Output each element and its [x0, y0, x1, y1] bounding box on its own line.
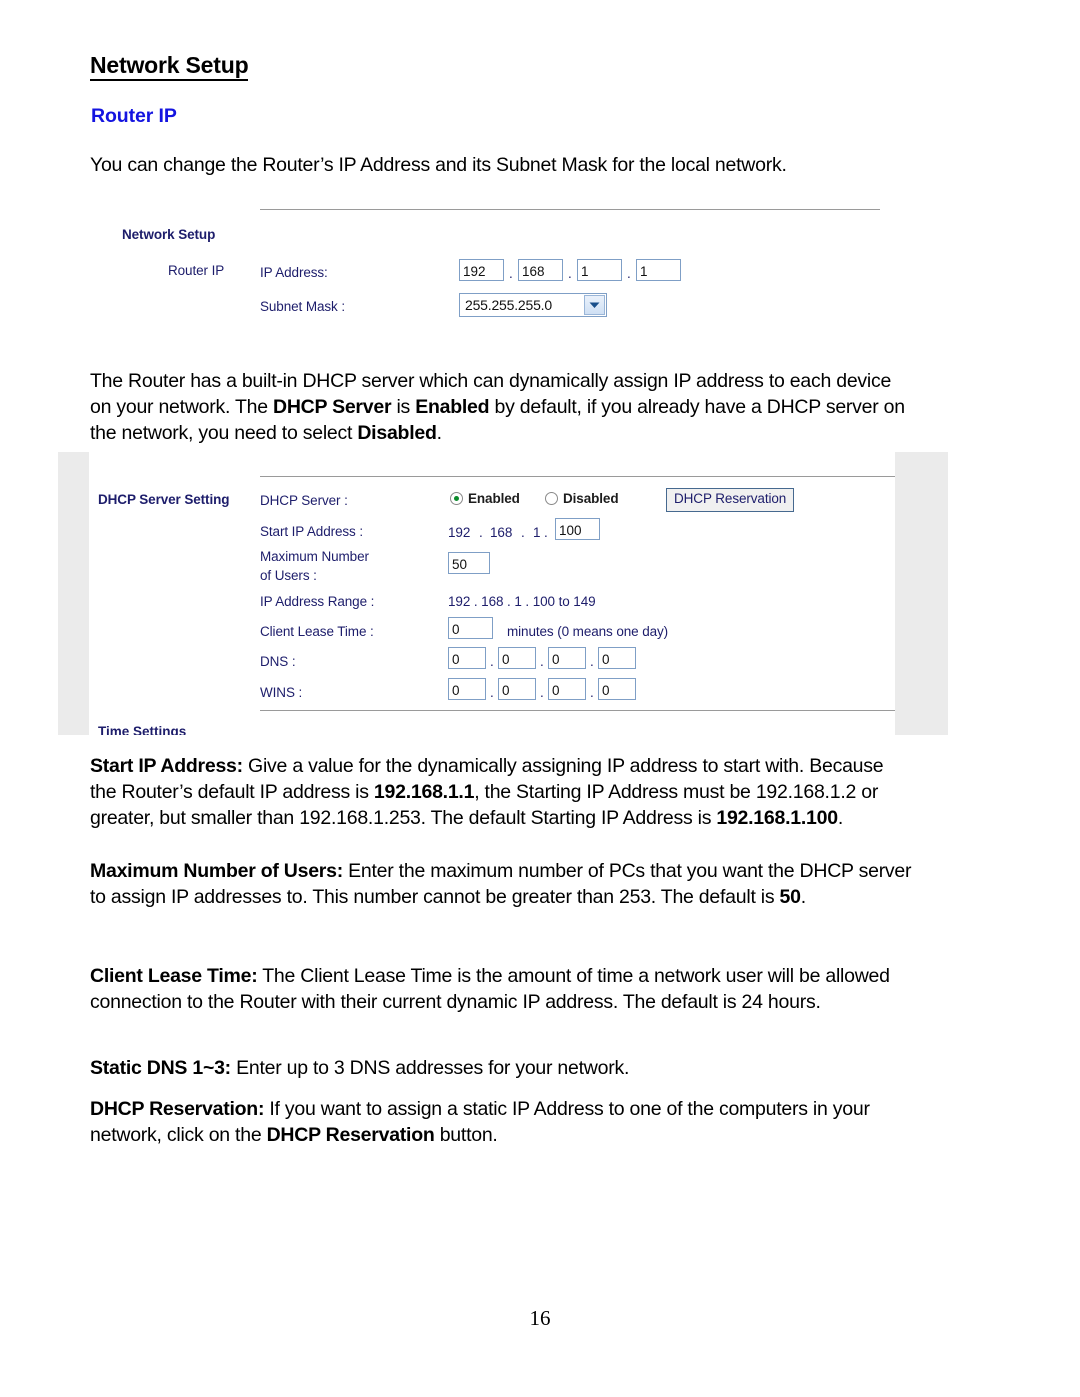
dhcp-server-radio-enabled[interactable]: Enabled	[450, 491, 520, 506]
start-ip-address-input[interactable]	[555, 518, 600, 540]
client-lease-time-label: Client Lease Time :	[260, 624, 374, 639]
ip-address-dot-3: .	[627, 266, 631, 281]
chevron-down-icon	[584, 295, 605, 315]
dns-octet-3[interactable]	[548, 647, 586, 669]
network-setup-section-label: Network Setup	[122, 227, 216, 242]
router-ip-row-label: Router IP	[168, 263, 225, 278]
subnet-mask-label: Subnet Mask :	[260, 299, 345, 314]
paragraph-maximum-number-of-users: Maximum Number of Users: Enter the maxim…	[90, 860, 912, 908]
maximum-users-label-line2: of Users :	[260, 568, 317, 583]
paragraph-client-lease-time: Client Lease Time: The Client Lease Time…	[90, 965, 890, 1013]
start-ip-dot-3: .	[544, 525, 548, 540]
dhcp-server-radio-disabled[interactable]: Disabled	[545, 491, 619, 506]
time-settings-section-label: Time Settings	[98, 724, 187, 735]
screenshot-right-gutter	[895, 452, 948, 735]
paragraph-start-ip-address: Start IP Address: Give a value for the d…	[90, 755, 884, 829]
maximum-users-label-line1: Maximum Number	[260, 549, 369, 564]
client-lease-time-hint: minutes (0 means one day)	[507, 624, 669, 639]
wins-dot-1: .	[490, 685, 494, 700]
screenshot-divider-top	[260, 209, 880, 210]
ip-address-range-value: 192 . 168 . 1 . 100 to 149	[448, 594, 596, 609]
dhcp-divider-top	[260, 476, 895, 477]
maximum-users-input[interactable]	[448, 552, 490, 574]
subnet-mask-select[interactable]: 255.255.255.0	[459, 293, 607, 317]
dns-dot-1: .	[490, 654, 494, 669]
wins-label: WINS :	[260, 685, 303, 700]
page-number: 16	[529, 1306, 551, 1330]
ip-address-octet-2[interactable]	[518, 259, 563, 281]
radio-enabled-label: Enabled	[468, 491, 520, 506]
ip-address-range-label: IP Address Range :	[260, 594, 375, 609]
document-page: Network Setup Router IP You can change t…	[0, 0, 1080, 1397]
wins-octet-4[interactable]	[598, 678, 636, 700]
radio-disabled-icon	[545, 492, 558, 505]
wins-octet-2[interactable]	[498, 678, 536, 700]
radio-disabled-label: Disabled	[563, 491, 619, 506]
dhcp-server-label: DHCP Server :	[260, 493, 348, 508]
ip-address-octet-3[interactable]	[577, 259, 622, 281]
dns-dot-2: .	[540, 654, 544, 669]
section-heading: Router IP	[91, 105, 177, 127]
wins-octet-3[interactable]	[548, 678, 586, 700]
subnet-mask-value: 255.255.255.0	[465, 297, 552, 313]
ip-address-octet-4[interactable]	[636, 259, 681, 281]
paragraph-static-dns: Static DNS 1~3: Enter up to 3 DNS addres…	[90, 1057, 630, 1079]
dns-octet-1[interactable]	[448, 647, 486, 669]
dns-octet-2[interactable]	[498, 647, 536, 669]
client-lease-time-input[interactable]	[448, 617, 493, 639]
intro-paragraph: You can change the Router’s IP Address a…	[90, 154, 787, 176]
screenshot-dhcp-server-setting: DHCP Server Setting DHCP Server : Enable…	[58, 452, 948, 735]
wins-dot-3: .	[590, 685, 594, 700]
ip-address-dot-2: .	[568, 266, 572, 281]
dhcp-divider-bottom	[260, 710, 895, 711]
start-ip-octet-2: 168	[490, 525, 513, 540]
ip-address-label: IP Address:	[260, 265, 328, 280]
dhcp-reservation-button[interactable]: DHCP Reservation	[666, 488, 795, 512]
start-ip-address-label: Start IP Address :	[260, 524, 364, 539]
radio-enabled-icon	[450, 492, 463, 505]
screenshot-left-gutter	[58, 452, 89, 735]
dhcp-section-label: DHCP Server Setting	[98, 492, 230, 507]
start-ip-dot-2: .	[521, 525, 525, 540]
paragraph-dhcp-intro: The Router has a built-in DHCP server wh…	[90, 370, 905, 444]
page-title: Network Setup	[90, 53, 249, 82]
ip-address-octet-1[interactable]	[459, 259, 504, 281]
ip-address-dot-1: .	[509, 266, 513, 281]
start-ip-octet-3: 1	[533, 525, 541, 540]
dns-octet-4[interactable]	[598, 647, 636, 669]
wins-octet-1[interactable]	[448, 678, 486, 700]
paragraph-dhcp-reservation: DHCP Reservation: If you want to assign …	[90, 1098, 870, 1146]
dns-label: DNS :	[260, 654, 296, 669]
screenshot-network-setup: Network Setup Router IP IP Address: . . …	[100, 200, 900, 330]
start-ip-octet-1: 192	[448, 525, 471, 540]
wins-dot-2: .	[540, 685, 544, 700]
start-ip-dot-1: .	[479, 525, 483, 540]
dns-dot-3: .	[590, 654, 594, 669]
